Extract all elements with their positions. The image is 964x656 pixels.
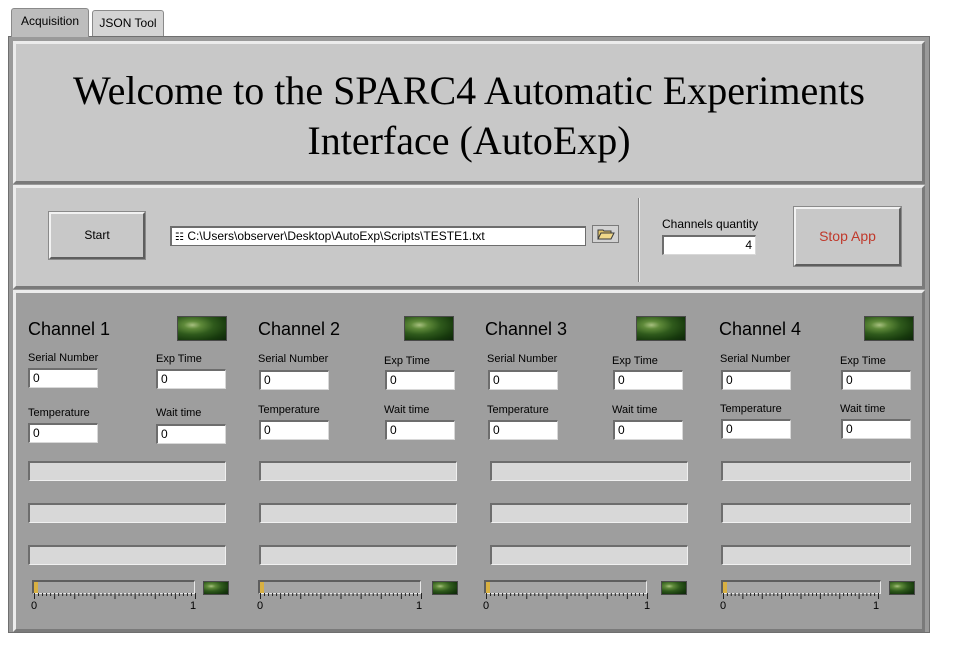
channel-1-temp-input[interactable]: 0 [28, 423, 98, 443]
channel-4-scale-max: 1 [873, 600, 880, 612]
channel-4-serial-label: Serial Number [720, 353, 791, 365]
channel-3-serial-input[interactable]: 0 [488, 370, 558, 390]
channel-2-temp-input[interactable]: 0 [259, 420, 329, 440]
channel-1-title: Channel 1 [28, 319, 111, 339]
channel-1-scale-max: 1 [190, 600, 197, 612]
channel-4-string-1[interactable] [721, 461, 911, 481]
page-title-line2: Interface (AutoExp) [307, 118, 631, 163]
title-panel: Welcome to the SPARC4 Automatic Experime… [13, 41, 925, 184]
channel-3-scale-min: 0 [483, 600, 490, 612]
control-panel: Start ☷ C:\Users\observer\Desktop\AutoEx… [13, 185, 925, 289]
channel-4-progress-led [889, 581, 915, 595]
channel-2-serial-label: Serial Number [258, 353, 329, 365]
channel-2-progress-bar [258, 580, 421, 594]
channel-3-string-1[interactable] [490, 461, 688, 481]
page-title-line1: Welcome to the SPARC4 Automatic Experime… [73, 68, 865, 113]
main-frame: Welcome to the SPARC4 Automatic Experime… [8, 36, 930, 633]
channel-2-wait-input[interactable]: 0 [385, 420, 455, 440]
channel-3-temp-label: Temperature [487, 404, 549, 416]
channel-2-string-1[interactable] [259, 461, 457, 481]
page-title: Welcome to the SPARC4 Automatic Experime… [16, 66, 922, 166]
channel-2-progress-led [432, 581, 458, 595]
channel-1-exp-label: Exp Time [156, 353, 202, 365]
start-button[interactable]: Start [48, 211, 146, 260]
stop-app-button[interactable]: Stop App [793, 206, 902, 267]
channel-2-temp-label: Temperature [258, 404, 320, 416]
channel-1-serial-label: Serial Number [28, 352, 99, 364]
channel-1-exp-input[interactable]: 0 [156, 369, 226, 389]
channel-3-wait-label: Wait time [612, 404, 658, 416]
channel-1-serial-input[interactable]: 0 [28, 368, 98, 388]
start-button-label: Start [84, 228, 110, 242]
channels-quantity-label: Channels quantity [662, 217, 759, 231]
channel-3-scale-max: 1 [644, 600, 651, 612]
channel-1-progress-scale [34, 593, 196, 599]
channel-1-scale-min: 0 [31, 600, 38, 612]
channels-panel: Channel 1 Serial Number 0 Exp Time 0 Tem… [13, 290, 925, 632]
channel-2-progress-scale [260, 593, 422, 599]
channel-4-title: Channel 4 [719, 319, 802, 339]
channel-2-string-2[interactable] [259, 503, 457, 523]
channel-1-string-1[interactable] [28, 461, 226, 481]
channels-quantity-input[interactable]: 4 [662, 235, 756, 255]
browse-button[interactable] [592, 225, 619, 243]
channel-4-string-2[interactable] [721, 503, 911, 523]
script-path-field[interactable]: ☷ C:\Users\observer\Desktop\AutoExp\Scri… [170, 226, 586, 246]
channel-4-string-3[interactable] [721, 545, 911, 565]
channel-4-exp-label: Exp Time [840, 355, 886, 367]
channel-3-serial-label: Serial Number [487, 353, 558, 365]
tab-acquisition[interactable]: Acquisition [11, 8, 89, 37]
channel-4-wait-label: Wait time [840, 403, 886, 415]
channel-2-exp-input[interactable]: 0 [385, 370, 455, 390]
channel-4-wait-input[interactable]: 0 [841, 419, 911, 439]
channel-2-serial-input[interactable]: 0 [259, 370, 329, 390]
channel-3-title: Channel 3 [485, 319, 568, 339]
channel-2-string-3[interactable] [259, 545, 457, 565]
tab-acquisition-label: Acquisition [20, 14, 80, 28]
folder-open-icon [596, 229, 615, 240]
channel-2-scale-min: 0 [257, 600, 264, 612]
channel-4-scale-min: 0 [720, 600, 727, 612]
channel-4-exp-input[interactable]: 0 [841, 370, 911, 390]
channel-1-progress-led [203, 581, 229, 595]
tab-json-tool[interactable]: JSON Tool [92, 10, 164, 37]
channel-4-status-led [864, 316, 914, 341]
channel-1-status-led [177, 316, 227, 341]
control-separator [638, 198, 640, 282]
channel-2-status-led [404, 316, 454, 341]
channel-1-string-2[interactable] [28, 503, 226, 523]
channel-3-progress-led [661, 581, 687, 595]
channel-3-string-2[interactable] [490, 503, 688, 523]
file-path-icon: ☷ [175, 232, 184, 243]
channel-3-progress-scale [486, 593, 648, 599]
channel-1-temp-label: Temperature [28, 407, 90, 419]
channel-4-progress-scale [723, 593, 879, 599]
channel-3-progress-bar [484, 580, 647, 594]
channel-3-string-3[interactable] [490, 545, 688, 565]
channel-1-string-3[interactable] [28, 545, 226, 565]
channel-3-temp-input[interactable]: 0 [488, 420, 558, 440]
channel-1-wait-input[interactable]: 0 [156, 424, 226, 444]
channel-2-scale-max: 1 [416, 600, 423, 612]
channel-4-temp-input[interactable]: 0 [721, 419, 791, 439]
channel-4-progress-bar [721, 580, 881, 594]
channel-3-exp-label: Exp Time [612, 355, 658, 367]
channel-2-title: Channel 2 [258, 319, 341, 339]
channel-3-exp-input[interactable]: 0 [613, 370, 683, 390]
script-path-value: C:\Users\observer\Desktop\AutoExp\Script… [187, 229, 485, 243]
stop-app-button-label: Stop App [819, 228, 876, 244]
channel-2-wait-label: Wait time [384, 404, 430, 416]
channel-1-progress-bar [32, 580, 195, 594]
channel-4-temp-label: Temperature [720, 403, 782, 415]
tab-json-tool-label: JSON Tool [99, 16, 157, 30]
channel-3-status-led [636, 316, 686, 341]
channel-3-wait-input[interactable]: 0 [613, 420, 683, 440]
channel-1-wait-label: Wait time [156, 407, 202, 419]
channel-2-exp-label: Exp Time [384, 355, 430, 367]
channel-4-serial-input[interactable]: 0 [721, 370, 791, 390]
